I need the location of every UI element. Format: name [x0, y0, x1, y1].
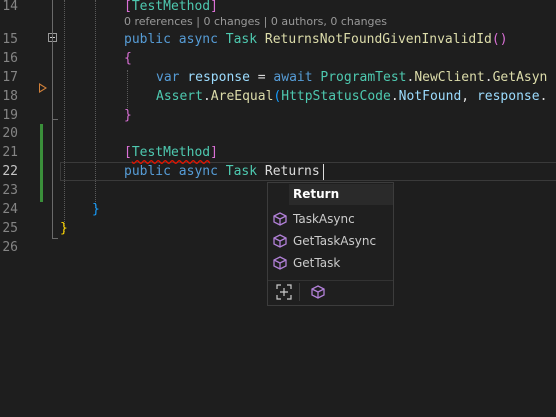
completion-item[interactable]: GetTaskAsync — [268, 230, 393, 252]
code-line[interactable]: 17 var response = await ProgramTest.NewCl… — [0, 68, 556, 87]
code-line[interactable]: 21 [TestMethod] — [0, 143, 556, 162]
code-token: Task — [225, 164, 258, 179]
code-line[interactable]: 22 public async Task Returns — [0, 162, 556, 181]
line-number: 16 — [2, 51, 18, 66]
code-token: await — [273, 70, 313, 85]
expand-selection-icon[interactable] — [275, 283, 293, 301]
code-text: public async Task ReturnsNotFoundGivenIn… — [124, 30, 508, 49]
code-token: . — [539, 89, 548, 104]
code-token: } — [92, 202, 100, 217]
code-line[interactable]: 15 public async Task ReturnsNotFoundGiven… — [0, 30, 556, 49]
code-token: TestMethod — [131, 145, 211, 160]
code-text: var response = await ProgramTest.NewClie… — [156, 68, 547, 87]
line-number: 23 — [2, 183, 18, 198]
code-token: . — [202, 89, 211, 104]
method-cube-icon — [273, 212, 287, 226]
line-number: 15 — [2, 32, 18, 47]
code-token: . — [484, 70, 493, 85]
code-text: } — [60, 219, 68, 238]
line-number: 14 — [2, 0, 18, 14]
line-number: 21 — [2, 145, 18, 160]
code-token: ProgramTest — [320, 70, 407, 85]
code-token: . — [390, 89, 399, 104]
code-token: } — [124, 108, 132, 123]
method-cube-icon — [273, 256, 287, 270]
code-line[interactable]: 16 { — [0, 49, 556, 68]
code-token: public — [124, 164, 171, 179]
code-token: ReturnsNotFoundGivenInvalidId — [264, 32, 492, 47]
code-token: = — [249, 70, 274, 85]
code-token: async — [178, 32, 218, 47]
code-token: Returns — [257, 164, 320, 179]
code-token: response — [476, 89, 540, 104]
code-token: ] — [210, 0, 218, 14]
code-token: TestMethod — [131, 0, 211, 14]
line-number: 19 — [2, 108, 18, 123]
code-token: [ — [124, 0, 132, 14]
completion-item-label: GetTask — [293, 256, 341, 270]
completion-separator — [268, 280, 393, 281]
code-line[interactable]: 14 [TestMethod] — [0, 0, 556, 16]
code-token: Task — [225, 32, 258, 47]
codelens-info[interactable]: 0 references | 0 changes | 0 authors, 0 … — [124, 14, 387, 30]
line-number: 25 — [2, 221, 18, 236]
line-number: 18 — [2, 89, 18, 104]
completion-item-label: GetTaskAsync — [293, 234, 377, 248]
code-line[interactable]: 18 Assert.AreEqual(HttpStatusCode.NotFoun… — [0, 87, 556, 106]
line-number: 20 — [2, 126, 18, 141]
code-token: public — [124, 32, 171, 47]
code-token: response — [187, 70, 250, 85]
code-token: Assert — [156, 89, 203, 104]
completion-item-label: TaskAsync — [293, 212, 355, 226]
filter-divider — [299, 283, 300, 301]
code-token: () — [491, 32, 508, 47]
code-token: async — [178, 164, 218, 179]
code-line[interactable]: 20 — [0, 124, 556, 143]
method-filter-icon[interactable] — [309, 283, 327, 301]
code-text: [TestMethod] — [124, 143, 218, 162]
code-token: } — [60, 221, 68, 236]
code-token: GetAsyn — [492, 70, 548, 85]
line-number: 17 — [2, 70, 18, 85]
line-number: 24 — [2, 202, 18, 217]
completion-header: Return — [289, 184, 393, 205]
code-token: { — [124, 51, 132, 66]
method-cube-icon — [273, 234, 287, 248]
code-text: { — [124, 49, 132, 68]
text-caret — [323, 164, 324, 180]
code-text: [TestMethod] — [124, 0, 218, 16]
code-token: NotFound — [398, 89, 462, 104]
completion-popup[interactable]: Return TaskAsync GetTaskAsync GetTask — [267, 182, 394, 306]
code-token: var — [156, 70, 180, 85]
completion-item[interactable]: GetTask — [268, 252, 393, 274]
code-text: } — [124, 106, 132, 125]
code-text: } — [92, 200, 100, 219]
code-line[interactable]: 19} — [0, 106, 556, 125]
code-token: , — [461, 89, 477, 104]
line-number: 26 — [2, 240, 18, 255]
completion-item[interactable]: TaskAsync — [268, 208, 393, 230]
code-token: ] — [210, 145, 218, 160]
code-text: public async Task Returns — [124, 162, 320, 181]
code-token: NewClient — [414, 70, 485, 85]
line-number: 22 — [2, 164, 18, 179]
code-token: HttpStatusCode — [281, 89, 391, 104]
code-token: [ — [124, 145, 132, 160]
code-token: AreEqual — [210, 89, 274, 104]
code-text: Assert.AreEqual(HttpStatusCode.NotFound,… — [156, 87, 547, 106]
